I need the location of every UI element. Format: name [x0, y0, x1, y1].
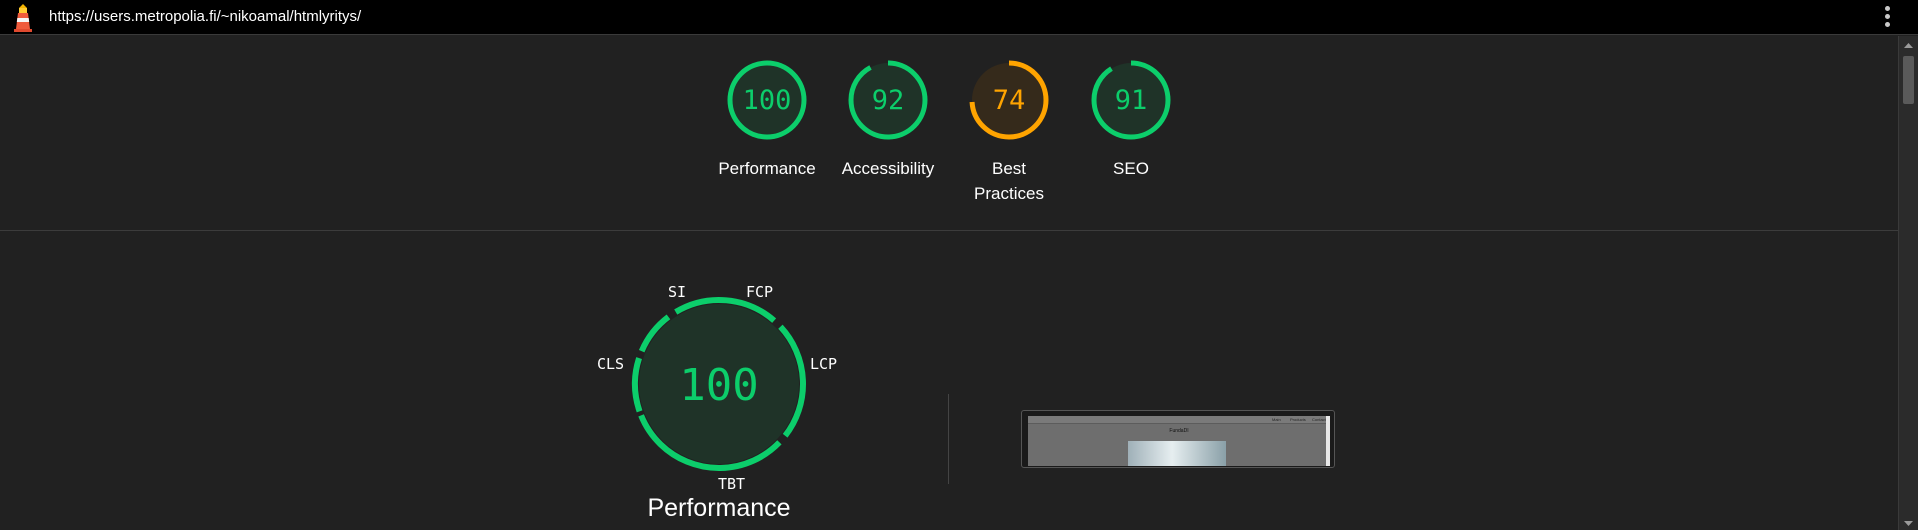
- gauge-label: SEO: [1113, 159, 1149, 178]
- gauge-score: 100: [743, 85, 792, 116]
- more-vert-icon[interactable]: [1884, 6, 1892, 30]
- thumbnail-nav: Main Products Contact: [1028, 416, 1330, 424]
- scroll-up-arrow-icon[interactable]: [1899, 40, 1918, 52]
- metric-label-tbt: TBT: [718, 475, 746, 493]
- metric-label-fcp: FCP: [746, 283, 774, 301]
- top-bar: https://users.metropolia.fi/~nikoamal/ht…: [0, 0, 1918, 35]
- scroll-thumb[interactable]: [1903, 56, 1914, 104]
- score-ring: 92: [848, 60, 928, 140]
- thumbnail-scrollbar: [1326, 416, 1330, 466]
- thumbnail-title: FundaDI: [1169, 428, 1189, 434]
- thumbnail-nav-item: Products: [1290, 417, 1306, 422]
- thumbnail-hero-image: [1128, 441, 1226, 466]
- score-ring: 100: [727, 60, 807, 140]
- category-gauges: 100 Performance 92 Accessibility 74 Best…: [0, 58, 1898, 208]
- score-ring: 91: [1091, 60, 1171, 140]
- scroll-down-arrow-icon[interactable]: [1899, 518, 1918, 530]
- gauge-performance[interactable]: 100 Performance: [705, 58, 829, 181]
- metric-label-cls: CLS: [597, 355, 625, 373]
- vertical-divider: [948, 394, 949, 484]
- gauge-accessibility[interactable]: 92 Accessibility: [826, 58, 950, 181]
- gauge-score: 74: [993, 85, 1026, 116]
- metric-label-si: SI: [668, 283, 687, 301]
- page-url: https://users.metropolia.fi/~nikoamal/ht…: [49, 8, 362, 25]
- gauge-seo[interactable]: 91 SEO: [1069, 58, 1193, 181]
- gauge-score: 92: [872, 85, 905, 116]
- gauge-label: Performance: [718, 159, 816, 178]
- lighthouse-icon: [14, 4, 32, 32]
- gauge-best-practices[interactable]: 74 Best Practices: [947, 58, 1071, 206]
- section-divider: [0, 230, 1898, 231]
- thumbnail-image: Main Products Contact FundaDI: [1028, 416, 1330, 466]
- page-screenshot-thumbnail[interactable]: Main Products Contact FundaDI: [1021, 410, 1335, 468]
- performance-title: Performance: [647, 494, 791, 522]
- gauge-label: Best Practices: [974, 159, 1044, 203]
- metric-label-lcp: LCP: [810, 355, 838, 373]
- scrollbar[interactable]: [1898, 36, 1918, 530]
- gauge-score: 91: [1115, 85, 1148, 116]
- score-ring: 74: [969, 60, 1049, 140]
- thumbnail-nav-item: Main: [1272, 417, 1281, 422]
- gauge-label: Accessibility: [841, 159, 935, 178]
- performance-score: 100: [679, 360, 758, 411]
- thumbnail-nav-item: Contact: [1312, 417, 1326, 422]
